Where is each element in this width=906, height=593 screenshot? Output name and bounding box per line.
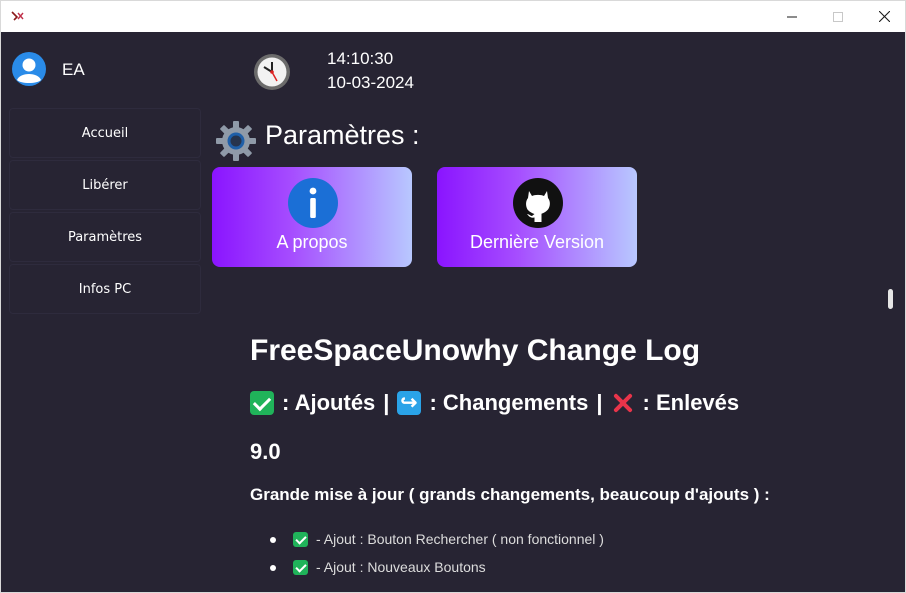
changelog-list: - Ajout : Bouton Rechercher ( non foncti… (250, 525, 870, 581)
user-avatar-icon[interactable] (12, 52, 46, 86)
maximize-icon (833, 11, 843, 22)
legend-changed: : Changements (429, 390, 589, 415)
list-item-text: - Ajout : Nouveaux Boutons (316, 559, 486, 575)
sidebar-item-parametres[interactable]: Paramètres (9, 212, 201, 262)
list-item: - Ajout : Nouveaux Boutons (270, 553, 870, 581)
sidebar-item-label: Infos PC (78, 281, 132, 297)
changelog-panel: FreeSpaceUnowhy Change Log : Ajoutés | :… (250, 327, 870, 581)
legend-added: : Ajoutés (282, 390, 376, 415)
close-button[interactable] (861, 1, 905, 32)
minimize-button[interactable] (769, 1, 815, 32)
legend-separator: | (383, 390, 390, 415)
list-item: - Ajout : Bouton Rechercher ( non foncti… (270, 525, 870, 553)
latest-version-button[interactable]: Dernière Version (437, 167, 637, 267)
about-label: A propos (276, 232, 348, 252)
app-window: EA 14:10:30 10-03-2024 Accueil Libérer P… (0, 0, 906, 593)
latest-version-label: Dernière Version (469, 232, 605, 252)
app-logo-icon (11, 11, 24, 21)
changelog-version: 9.0 (250, 439, 281, 464)
sidebar-nav: Accueil Libérer Paramètres Infos PC (9, 108, 201, 316)
sidebar-item-label: Paramètres (67, 229, 143, 245)
title-bar[interactable] (1, 1, 905, 32)
clock-date: 10-03-2024 (327, 73, 414, 92)
info-icon (288, 178, 338, 228)
legend-separator: | (596, 390, 603, 415)
sidebar-item-label: Libérer (82, 177, 128, 193)
main-content: EA 14:10:30 10-03-2024 Accueil Libérer P… (1, 32, 905, 592)
changelog-title: FreeSpaceUnowhy Change Log (250, 334, 701, 367)
sidebar-item-infos-pc[interactable]: Infos PC (9, 264, 201, 314)
about-button[interactable]: A propos (212, 167, 412, 267)
change-arrow-icon (397, 390, 422, 415)
sidebar-item-label: Accueil (81, 125, 129, 141)
sidebar-item-accueil[interactable]: Accueil (9, 108, 201, 158)
close-icon (878, 11, 890, 22)
scrollbar-thumb[interactable] (888, 289, 893, 309)
clock-icon (254, 54, 290, 90)
changelog-subtitle: Grande mise à jour ( grands changements,… (250, 485, 770, 504)
github-icon (513, 178, 563, 228)
check-icon (250, 391, 274, 415)
minimize-icon (787, 16, 797, 17)
check-icon (293, 531, 308, 547)
cross-icon (611, 391, 635, 415)
clock-time: 14:10:30 (327, 49, 394, 68)
gear-icon (216, 121, 256, 161)
legend-removed: : Enlevés (642, 390, 740, 415)
check-icon (293, 559, 308, 575)
list-item-text: - Ajout : Bouton Rechercher ( non foncti… (316, 531, 604, 547)
settings-title: Paramètres : (265, 120, 420, 150)
changelog-legend: : Ajoutés | : Changements | : Enlevés (250, 385, 870, 421)
maximize-button[interactable] (815, 1, 861, 32)
sidebar-item-liberer[interactable]: Libérer (9, 160, 201, 210)
user-name: EA (62, 60, 85, 79)
